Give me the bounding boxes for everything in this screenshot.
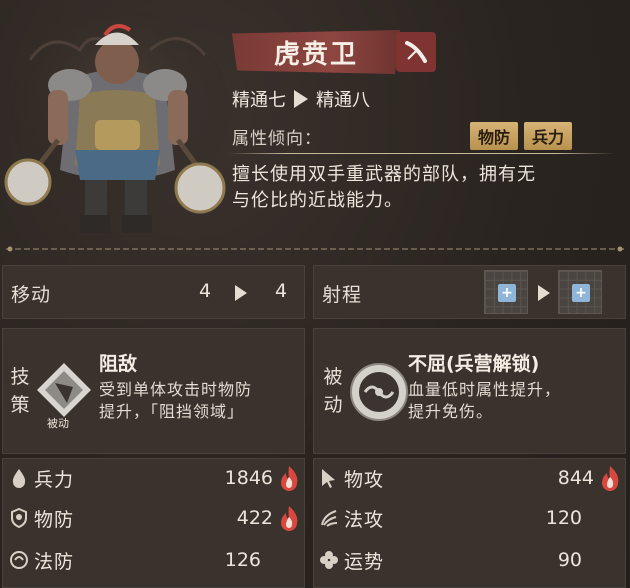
move-from: 4 xyxy=(199,280,212,302)
skill-badge: 被动 xyxy=(47,417,69,430)
stat-value: 422 xyxy=(236,507,273,529)
vert-char: 被 xyxy=(323,366,343,388)
unit-name: 虎贲卫 xyxy=(273,39,358,70)
attribute-label: 属性倾向： xyxy=(232,128,322,149)
flame-icon xyxy=(602,466,619,491)
skill-box[interactable]: 技 策 被动 阻敌 受到单体攻击时物防 提升，「阻挡领域」 xyxy=(2,328,305,454)
orb-shield-icon xyxy=(8,549,30,571)
mastery-upgrade: 精通七 精通八 xyxy=(232,86,370,112)
stat-mag-atk: 法攻 120 xyxy=(318,498,626,538)
skill-desc-line: 提升，「阻挡领域」 xyxy=(99,402,245,421)
passive-vertical-label: 被 动 xyxy=(322,363,344,419)
stat-value: 844 xyxy=(557,467,594,489)
range-grid-icon: + xyxy=(558,270,602,314)
stat-phys-atk: 物攻 844 xyxy=(318,458,626,498)
passive-description: 血量低时属性提升， 提升免伤。 xyxy=(408,379,561,423)
description-divider xyxy=(228,153,614,154)
flame-icon xyxy=(281,506,298,531)
sword-icon xyxy=(396,32,436,72)
stat-phys-def: 物防 422 xyxy=(8,498,305,538)
attribute-tendency: 属性倾向： 物防 兵力 xyxy=(232,122,572,150)
stat-troops: 兵力 1846 xyxy=(8,458,305,498)
stat-label: 运势 xyxy=(344,550,385,573)
unit-description: 擅长使用双手重武器的部队，拥有无 与伦比的近战能力。 xyxy=(232,162,612,214)
skill-desc-line: 受到单体攻击时物防 xyxy=(99,380,253,399)
move-label: 移动 xyxy=(11,284,52,306)
passive-desc-line: 血量低时属性提升， xyxy=(408,380,562,399)
stat-luck: 运势 90 xyxy=(318,540,626,580)
rank-from: 精通七 xyxy=(232,90,286,111)
sword-cursor-icon xyxy=(318,467,340,489)
stat-value: 1846 xyxy=(224,467,273,489)
section-divider xyxy=(6,246,624,252)
stat-label: 法攻 xyxy=(344,508,385,531)
magic-claw-icon xyxy=(318,507,340,529)
stat-label: 法防 xyxy=(34,550,75,573)
skill-vertical-label: 技 策 xyxy=(9,363,31,419)
attribute-tag: 兵力 xyxy=(523,122,572,150)
vert-char: 动 xyxy=(323,394,343,416)
unit-portrait xyxy=(0,0,230,245)
stat-value: 126 xyxy=(224,549,261,571)
stat-value: 120 xyxy=(545,507,582,529)
stat-mag-def: 法防 126 xyxy=(8,540,305,580)
stat-label: 物防 xyxy=(34,508,75,531)
description-line: 与伦比的近战能力。 xyxy=(232,190,403,211)
rank-to: 精通八 xyxy=(316,90,370,111)
range-grid-icon: + xyxy=(484,270,528,314)
flame-icon xyxy=(281,466,298,491)
attribute-tag: 物防 xyxy=(469,122,518,150)
range-box: 射程 + + xyxy=(313,265,626,319)
unit-detail-panel: 虎贲卫 精通七 精通八 属性倾向： 物防 兵力 擅长使用双手重武器的部队，拥有无… xyxy=(0,0,630,588)
passive-box[interactable]: 被 动 不屈(兵营解锁) 血量低时属性提升， 提升免伤。 xyxy=(313,328,626,454)
passive-desc-line: 提升免伤。 xyxy=(408,402,494,421)
arrow-right-icon xyxy=(235,285,247,301)
range-label: 射程 xyxy=(322,284,363,306)
clover-icon xyxy=(318,549,340,571)
skill-description: 受到单体攻击时物防 提升，「阻挡领域」 xyxy=(99,379,252,423)
skill-name: 阻敌 xyxy=(99,353,138,375)
passive-name: 不屈(兵营解锁) xyxy=(408,353,540,375)
vert-char: 技 xyxy=(10,366,30,388)
move-to: 4 xyxy=(275,280,288,302)
arrow-right-icon xyxy=(538,285,550,301)
stat-label: 兵力 xyxy=(34,468,75,491)
vert-char: 策 xyxy=(10,394,30,416)
shield-icon xyxy=(8,507,30,529)
arrow-right-icon xyxy=(294,90,308,108)
unyielding-icon xyxy=(350,363,408,421)
description-line: 擅长使用双手重武器的部队，拥有无 xyxy=(232,164,536,185)
stat-label: 物攻 xyxy=(344,468,385,491)
move-box: 移动 4 4 xyxy=(2,265,305,319)
drop-icon xyxy=(8,467,30,489)
skill-block-icon xyxy=(37,363,91,417)
stat-value: 90 xyxy=(557,549,582,571)
